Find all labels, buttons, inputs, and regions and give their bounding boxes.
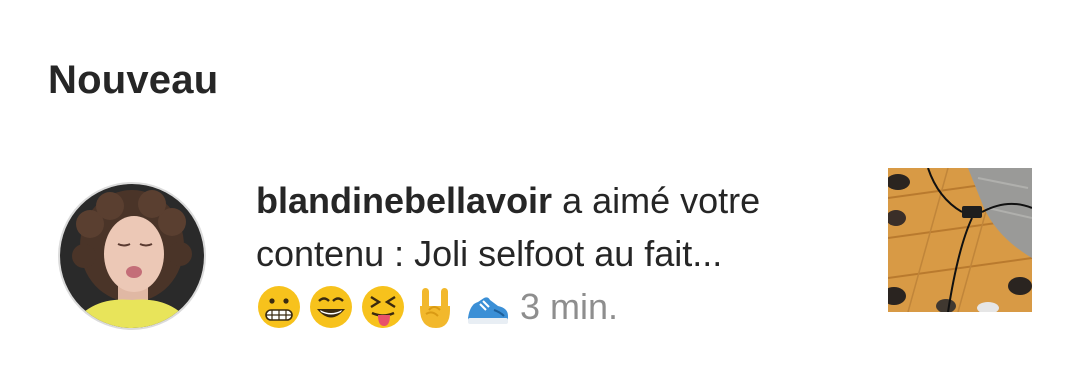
notification-message-1: a aimé votre bbox=[552, 180, 761, 221]
notification-line-2: contenu : Joli selfoot au fait... bbox=[256, 233, 723, 274]
emoji-line: 3 min. bbox=[256, 280, 846, 333]
sign-of-horns-hand-icon bbox=[412, 284, 458, 330]
running-shoe-icon bbox=[464, 284, 510, 330]
notification-row[interactable]: blandinebellavoir a aimé votre contenu :… bbox=[0, 160, 1080, 330]
squinting-face-tongue-icon bbox=[360, 284, 406, 330]
username-link[interactable]: blandinebellavoir bbox=[256, 180, 552, 221]
grinning-face-smiling-eyes-icon bbox=[308, 284, 354, 330]
user-avatar[interactable] bbox=[58, 182, 206, 330]
notification-line-1: blandinebellavoir a aimé votre bbox=[256, 174, 846, 227]
post-thumbnail[interactable] bbox=[888, 168, 1032, 312]
notification-time: 3 min. bbox=[520, 286, 619, 327]
grimacing-face-icon bbox=[256, 284, 302, 330]
section-title: Nouveau bbox=[48, 58, 219, 102]
notification-text: blandinebellavoir a aimé votre contenu :… bbox=[256, 174, 846, 333]
